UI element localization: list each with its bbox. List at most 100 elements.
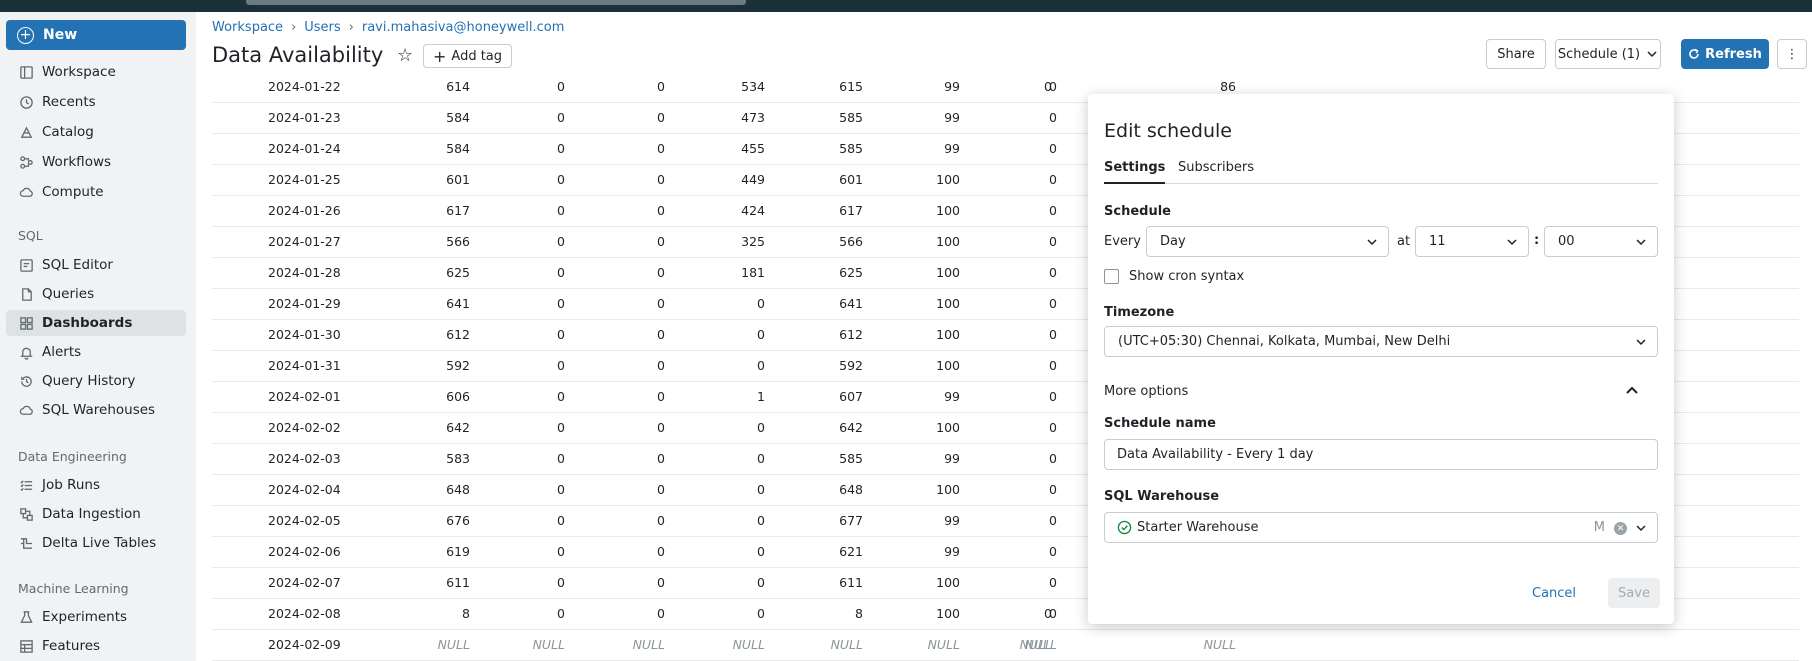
- new-button[interactable]: + New: [6, 20, 186, 50]
- value-cell: 0: [1049, 265, 1057, 280]
- share-button[interactable]: Share: [1486, 39, 1546, 69]
- file-icon: [18, 286, 34, 302]
- sidebar-item-dashboards[interactable]: Dashboards: [6, 310, 186, 336]
- clock-icon: [18, 94, 34, 110]
- sidebar-item-data-ingestion[interactable]: Data Ingestion: [6, 501, 186, 527]
- every-label: Every: [1104, 234, 1141, 249]
- sidebar-item-label: Dashboards: [42, 315, 133, 331]
- sidebar-item-workflows[interactable]: Workflows: [6, 149, 186, 175]
- value-cell: 99: [944, 79, 960, 94]
- cron-syntax-label: Show cron syntax: [1129, 269, 1245, 284]
- value-cell: 601: [446, 172, 470, 187]
- global-search-bar[interactable]: [246, 0, 746, 5]
- schedule-button[interactable]: Schedule (1): [1555, 39, 1661, 69]
- favorite-star-icon[interactable]: ☆: [397, 45, 413, 66]
- value-cell: 0: [757, 451, 765, 466]
- page-title: Data Availability: [212, 43, 384, 67]
- value-cell: 619: [446, 544, 470, 559]
- breadcrumb-separator-icon: ›: [348, 20, 354, 35]
- value-cell: 0: [1049, 141, 1057, 156]
- hour-value: 11: [1429, 234, 1446, 249]
- cron-syntax-checkbox[interactable]: [1104, 269, 1119, 284]
- value-cell: 0: [657, 389, 665, 404]
- sql-warehouse-select[interactable]: Starter Warehouse M ✕: [1104, 512, 1658, 543]
- warehouse-size: M: [1593, 520, 1605, 535]
- at-label: at: [1397, 234, 1411, 249]
- sidebar-item-sql-warehouses[interactable]: SQL Warehouses: [6, 397, 186, 423]
- sidebar-item-delta-live-tables[interactable]: Delta Live Tables: [6, 530, 186, 556]
- value-cell: 0: [557, 141, 565, 156]
- value-cell: 0: [657, 296, 665, 311]
- value-cell: 0: [1049, 203, 1057, 218]
- value-cell: 641: [446, 296, 470, 311]
- date-cell: 2024-02-08: [268, 606, 341, 621]
- cloud-icon: [18, 402, 34, 418]
- save-button[interactable]: Save: [1608, 578, 1660, 608]
- value-cell: 100: [936, 172, 960, 187]
- chevron-up-icon[interactable]: [1624, 382, 1640, 398]
- value-cell: 534: [741, 79, 765, 94]
- sidebar-item-label: Alerts: [42, 344, 82, 360]
- tab-subscribers[interactable]: Subscribers: [1178, 160, 1254, 184]
- refresh-icon: [1689, 48, 1699, 59]
- value-cell: 0: [657, 606, 665, 621]
- hour-select[interactable]: 11: [1415, 226, 1529, 257]
- date-cell: 2024-01-25: [268, 172, 341, 187]
- more-options-toggle[interactable]: More options: [1104, 384, 1188, 399]
- value-cell: 625: [446, 265, 470, 280]
- value-cell: 0: [657, 451, 665, 466]
- value-cell: 648: [446, 482, 470, 497]
- value-cell: 100: [936, 482, 960, 497]
- value-cell: 99: [944, 141, 960, 156]
- frequency-select[interactable]: Day: [1146, 226, 1389, 257]
- minute-select[interactable]: 00: [1544, 226, 1658, 257]
- chevron-down-icon: [1636, 239, 1646, 246]
- breadcrumb-workspace[interactable]: Workspace: [212, 20, 283, 35]
- value-cell: 100: [936, 234, 960, 249]
- value-cell: 0: [657, 265, 665, 280]
- value-cell: 0: [557, 575, 565, 590]
- frequency-value: Day: [1160, 234, 1186, 249]
- table-row: 2024-02-09 NULL NULL NULL NULL NULL NULL NULL NU…: [212, 630, 1799, 661]
- sidebar-item-query-history[interactable]: Query History: [6, 368, 186, 394]
- sidebar-item-catalog[interactable]: Catalog: [6, 119, 186, 145]
- value-cell: 592: [839, 358, 863, 373]
- refresh-button[interactable]: Refresh: [1681, 39, 1769, 69]
- date-cell: 2024-02-01: [268, 389, 341, 404]
- value-cell: 0: [657, 482, 665, 497]
- sidebar-item-label: Experiments: [42, 609, 128, 625]
- breadcrumb-user[interactable]: ravi.mahasiva@honeywell.com: [362, 20, 565, 35]
- sidebar-item-label: SQL Warehouses: [42, 402, 156, 418]
- sidebar-item-sql-editor[interactable]: SQL Editor: [6, 252, 186, 278]
- cancel-button[interactable]: Cancel: [1532, 586, 1576, 601]
- value-cell: 99: [944, 451, 960, 466]
- schedule-name-input[interactable]: Data Availability - Every 1 day: [1104, 439, 1658, 470]
- more-options-kebab-icon[interactable]: ⋮: [1777, 39, 1807, 69]
- value-cell: 606: [446, 389, 470, 404]
- sidebar-item-queries[interactable]: Queries: [6, 281, 186, 307]
- sidebar-item-recents[interactable]: Recents: [6, 89, 186, 115]
- value-cell: NULL: [532, 637, 565, 652]
- sidebar-item-workspace[interactable]: Workspace: [6, 59, 186, 85]
- date-cell: 2024-02-02: [268, 420, 341, 435]
- sidebar-item-features[interactable]: Features: [6, 633, 186, 659]
- value-cell: 100: [936, 575, 960, 590]
- sidebar-item-experiments[interactable]: Experiments: [6, 604, 186, 630]
- sidebar-item-label: Compute: [42, 184, 104, 200]
- sidebar-item-compute[interactable]: Compute: [6, 179, 186, 205]
- value-cell: 617: [446, 203, 470, 218]
- value-cell: 0: [757, 575, 765, 590]
- tab-settings[interactable]: Settings: [1104, 160, 1166, 184]
- value-cell: 0: [657, 172, 665, 187]
- breadcrumb-users[interactable]: Users: [304, 20, 340, 35]
- value-cell: 0: [1049, 482, 1057, 497]
- add-tag-button[interactable]: + Add tag: [423, 44, 513, 68]
- value-cell: 0: [1049, 544, 1057, 559]
- add-tag-label: Add tag: [451, 48, 503, 64]
- top-bar: [0, 0, 1812, 12]
- sidebar-item-alerts[interactable]: Alerts: [6, 339, 186, 365]
- value-cell: 0: [1049, 296, 1057, 311]
- timezone-select[interactable]: (UTC+05:30) Chennai, Kolkata, Mumbai, Ne…: [1104, 326, 1658, 357]
- clear-selection-icon[interactable]: ✕: [1614, 522, 1627, 535]
- sidebar-item-job-runs[interactable]: Job Runs: [6, 472, 186, 498]
